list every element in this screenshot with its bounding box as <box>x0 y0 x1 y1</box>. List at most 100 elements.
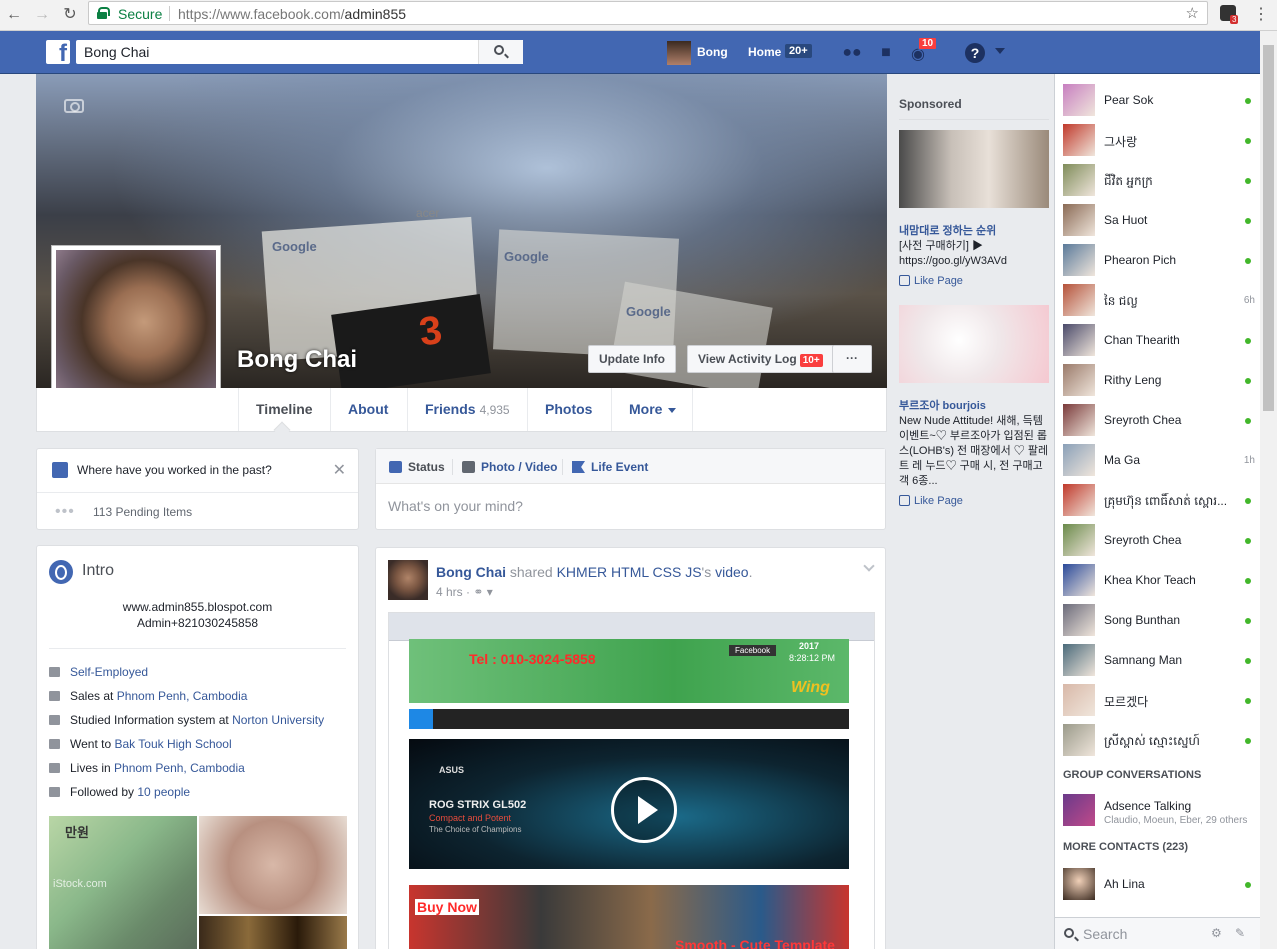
ad-title[interactable]: 내맘대로 정하는 순위 <box>899 222 1049 238</box>
post-options-chevron-icon[interactable] <box>863 560 875 572</box>
intro-school-row: Went to Bak Touk High School <box>49 737 232 753</box>
video-player[interactable]: Tel : 010-3024-5858 Facebook 2017 8:28:1… <box>388 612 875 949</box>
pending-items-link[interactable]: 113 Pending Items <box>93 505 192 519</box>
post-composer: Status Photo / Video Life Event What's o… <box>375 448 886 530</box>
header-avatar[interactable] <box>667 41 691 65</box>
post-video-link[interactable]: video <box>715 564 748 580</box>
chat-contact[interactable]: គ្រុមហ៊ុន ពោធិ៍សាត់ ស្ពោរ... <box>1063 484 1259 516</box>
privacy-caret-icon[interactable]: ▾ <box>487 585 493 599</box>
intro-photo[interactable] <box>199 916 347 949</box>
contact-name: Sa Huot <box>1104 213 1148 227</box>
url-text[interactable]: https://www.facebook.com/admin855 <box>178 6 406 22</box>
contact-name: Sreyroth Chea <box>1104 413 1182 427</box>
group-conversation[interactable]: Adsence Talking Claudio, Moeun, Eber, 29… <box>1063 794 1259 828</box>
work-prompt-text[interactable]: Where have you worked in the past? <box>77 463 272 477</box>
ad-title[interactable]: 부르조아 bourjois <box>899 397 1049 413</box>
search-input[interactable]: Bong Chai <box>76 40 523 64</box>
last-active-time: 6h <box>1243 295 1255 306</box>
profile-link[interactable]: Bong <box>697 45 728 59</box>
chat-contact[interactable]: Sreyroth Chea <box>1063 524 1259 556</box>
status-tab-label: Status <box>408 460 445 474</box>
post-time-text: 4 hrs · <box>436 585 474 599</box>
briefcase-icon <box>49 667 60 677</box>
contact-avatar <box>1063 124 1095 156</box>
url-divider <box>169 6 170 21</box>
chat-contact[interactable]: Samnang Man <box>1063 644 1259 676</box>
activity-log-button[interactable]: View Activity Log 10+ <box>687 345 834 373</box>
chat-contact[interactable]: Chan Thearith <box>1063 324 1259 356</box>
scrollbar-thumb[interactable] <box>1263 45 1274 411</box>
chat-contact[interactable]: ស្រីស្ពាស់ ស្មោះស្នេហ៍ <box>1063 724 1259 756</box>
chat-contact[interactable]: ជីវិត អ្នកក្រ <box>1063 164 1259 196</box>
ad-image[interactable] <box>899 305 1049 383</box>
help-icon[interactable]: ? <box>965 43 985 63</box>
intro-work-link[interactable]: Self-Employed <box>70 665 148 679</box>
chat-contact[interactable]: 모르겠다 <box>1063 684 1259 716</box>
intro-photo[interactable]: 만원 iStock.com <box>49 816 197 949</box>
update-info-button[interactable]: Update Info <box>588 345 676 373</box>
composer-tabs: Status Photo / Video Life Event <box>376 449 885 484</box>
chat-search-bar[interactable]: Search ⚙ ✎ <box>1055 917 1260 949</box>
tab-about[interactable]: About <box>330 388 405 431</box>
chat-contact[interactable]: Sa Huot <box>1063 204 1259 236</box>
intro-university-link[interactable]: Norton University <box>232 713 324 727</box>
online-indicator <box>1245 698 1251 704</box>
composer-input[interactable]: What's on your mind? <box>388 498 523 514</box>
gear-icon[interactable]: ⚙ <box>1211 927 1223 939</box>
divider <box>49 648 346 649</box>
chat-contact[interactable]: Ah Lina <box>1063 868 1259 900</box>
intro-school-link[interactable]: Bak Touk High School <box>114 737 231 751</box>
status-tab[interactable]: Status <box>389 460 445 474</box>
ad-image[interactable] <box>899 130 1049 208</box>
life-event-tab[interactable]: Life Event <box>572 460 648 474</box>
chat-contact[interactable]: នៃ ជល្ល 6h <box>1063 284 1259 316</box>
reload-icon[interactable]: ↻ <box>60 5 80 25</box>
account-menu-caret-icon[interactable] <box>995 48 1005 54</box>
friend-requests-icon[interactable]: ●● <box>842 44 862 62</box>
home-link[interactable]: Home <box>748 45 781 59</box>
search-button[interactable] <box>478 40 523 64</box>
ad-like-button[interactable]: Like Page <box>899 495 1049 507</box>
intro-city-link[interactable]: Phnom Penh, Cambodia <box>114 761 245 775</box>
tab-photos[interactable]: Photos <box>527 388 609 431</box>
post-author-link[interactable]: Bong Chai <box>436 564 506 580</box>
tab-more[interactable]: More <box>611 388 694 431</box>
chat-contact[interactable]: Pear Sok <box>1063 84 1259 116</box>
compose-icon[interactable]: ✎ <box>1235 927 1247 939</box>
intro-photo[interactable] <box>199 816 347 914</box>
post-possessive: 's <box>701 564 716 580</box>
browser-menu-icon[interactable]: ⋮ <box>1253 4 1269 24</box>
photo-video-tab[interactable]: Photo / Video <box>462 460 557 474</box>
profile-name[interactable]: Bong Chai <box>237 346 357 374</box>
online-indicator <box>1245 98 1251 104</box>
post-timestamp[interactable]: 4 hrs · ⚭ ▾ <box>436 585 493 599</box>
ad-like-button[interactable]: Like Page <box>899 275 1049 287</box>
tab-friends[interactable]: Friends 4,935 <box>407 388 527 431</box>
address-bar[interactable]: Secure https://www.facebook.com/admin855… <box>88 1 1208 25</box>
forward-icon[interactable]: → <box>32 5 52 25</box>
messages-icon[interactable]: ■ <box>876 44 896 62</box>
chat-contact[interactable]: Ma Ga 1h <box>1063 444 1259 476</box>
more-options-button[interactable]: ··· <box>832 345 872 373</box>
bookmark-star-icon[interactable]: ☆ <box>1186 4 1199 22</box>
video-rog-tagline: The Choice of Champions <box>429 825 522 834</box>
chat-contact[interactable]: Khea Khor Teach <box>1063 564 1259 596</box>
post-page-link[interactable]: KHMER HTML CSS JS <box>557 564 702 580</box>
play-icon[interactable] <box>611 777 677 843</box>
back-icon[interactable]: ← <box>4 5 24 25</box>
chat-contact[interactable]: 그사랑 <box>1063 124 1259 156</box>
intro-job-location-link[interactable]: Phnom Penh, Cambodia <box>117 689 248 703</box>
close-icon[interactable]: ✕ <box>333 460 346 480</box>
video-browser-frame <box>389 613 874 641</box>
intro-followers-link[interactable]: 10 people <box>137 785 190 799</box>
facebook-logo-icon[interactable]: f <box>46 40 70 64</box>
chat-contact[interactable]: Song Bunthan <box>1063 604 1259 636</box>
more-contacts-heading: MORE CONTACTS (223) <box>1063 841 1189 853</box>
chat-contact[interactable]: Rithy Leng <box>1063 364 1259 396</box>
post-author-avatar[interactable] <box>388 560 428 600</box>
chat-contact[interactable]: Phearon Pich <box>1063 244 1259 276</box>
chat-search-input[interactable]: Search <box>1083 926 1127 942</box>
chat-contact[interactable]: Sreyroth Chea <box>1063 404 1259 436</box>
camera-icon[interactable] <box>64 99 84 113</box>
page-scrollbar[interactable] <box>1260 31 1277 949</box>
